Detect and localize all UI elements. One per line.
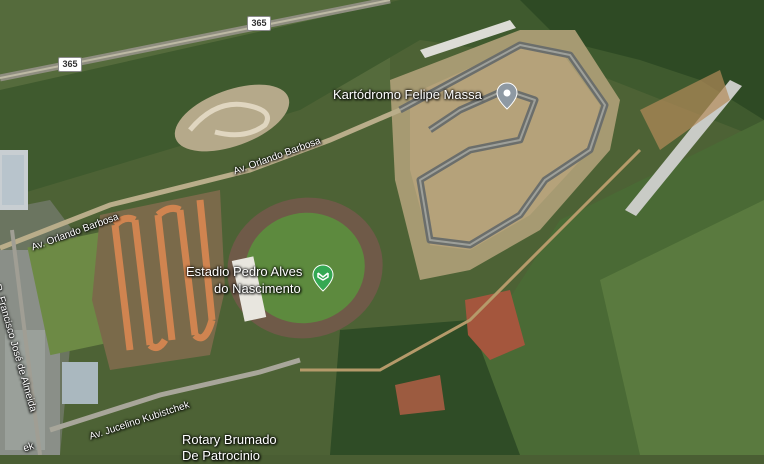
place-label-stadium-line2[interactable]: do Nascimento [214,281,301,297]
highway-shield-365-left[interactable]: 365 [58,57,82,72]
place-pin-icon[interactable] [496,82,518,115]
place-label-rotary-line2[interactable]: De Patrocinio [182,448,260,464]
place-label-rotary-line1[interactable]: Rotary Brumado [182,432,277,448]
place-label-kartodromo[interactable]: Kartódromo Felipe Massa [333,87,482,103]
stadium-pin-icon[interactable] [312,264,334,297]
satellite-map[interactable] [0,0,764,455]
highway-shield-365-top[interactable]: 365 [247,16,271,31]
place-label-stadium-line1[interactable]: Estadio Pedro Alves [186,264,302,280]
